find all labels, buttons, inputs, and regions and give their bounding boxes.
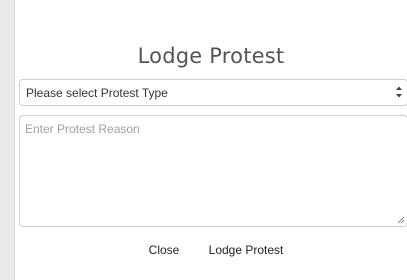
resize-grip-icon[interactable] xyxy=(397,216,405,224)
protest-reason-placeholder: Enter Protest Reason xyxy=(25,122,140,136)
close-button[interactable]: Close xyxy=(142,236,186,264)
dialog-title: Lodge Protest xyxy=(137,44,285,68)
protest-type-selected-value: Please select Protest Type xyxy=(26,86,168,100)
protest-reason-textarea[interactable]: Enter Protest Reason xyxy=(19,115,407,227)
protest-type-select[interactable]: Please select Protest Type xyxy=(19,79,407,106)
lodge-protest-button[interactable]: Lodge Protest xyxy=(201,236,291,264)
lodge-protest-dialog: Lodge Protest Please select Protest Type… xyxy=(14,0,407,280)
select-updown-arrows-icon xyxy=(396,86,402,98)
